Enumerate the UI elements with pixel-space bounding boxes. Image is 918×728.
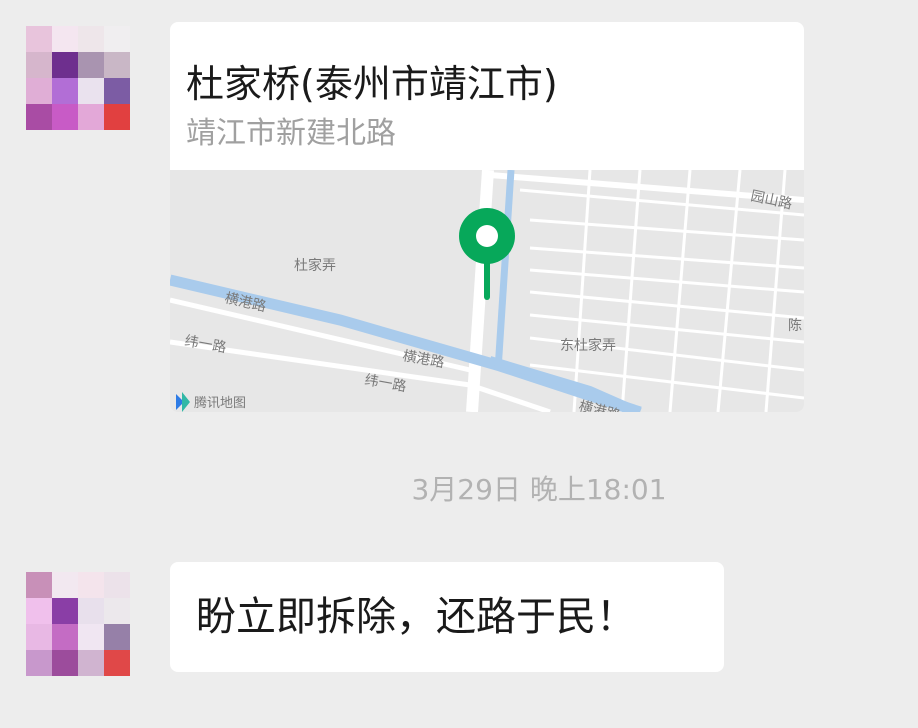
avatar-pixel — [52, 572, 78, 598]
avatar-pixel — [78, 104, 104, 130]
avatar-pixel — [78, 624, 104, 650]
avatar-pixel — [104, 572, 130, 598]
avatar-pixel — [26, 78, 52, 104]
map-provider-label: 腾讯地图 — [194, 395, 246, 411]
avatar-pixel — [78, 52, 104, 78]
avatar-pixel — [26, 52, 52, 78]
avatar-pixel — [78, 598, 104, 624]
avatar-pixel — [26, 104, 52, 130]
avatar-pixel — [78, 26, 104, 52]
map-label-chen: 陈 — [788, 317, 802, 334]
avatar-pixel — [26, 572, 52, 598]
avatar-pixel — [52, 52, 78, 78]
avatar-pixel — [104, 650, 130, 676]
avatar-pixel — [78, 572, 104, 598]
avatar-pixel — [104, 26, 130, 52]
avatar-pixel — [52, 78, 78, 104]
avatar-pixel — [52, 104, 78, 130]
location-message-card[interactable]: 杜家桥(泰州市靖江市) 靖江市新建北路 杜家弄 横港路 纬一路 横港路 纬一路 … — [170, 22, 804, 412]
map-label-dujianong: 杜家弄 — [294, 257, 336, 274]
text-message-bubble[interactable]: 盼立即拆除，还路于民！ — [170, 562, 724, 672]
avatar-pixel — [104, 624, 130, 650]
location-title: 杜家桥(泰州市靖江市) — [186, 62, 558, 106]
avatar-pixel — [104, 52, 130, 78]
avatar-pixel — [104, 78, 130, 104]
avatar-pixel — [26, 26, 52, 52]
avatar-pixel — [26, 650, 52, 676]
avatar-pixel — [52, 624, 78, 650]
avatar-pixel — [104, 104, 130, 130]
avatar-pixel — [104, 598, 130, 624]
map-svg: 杜家弄 横港路 纬一路 横港路 纬一路 东杜家弄 园山路 陈 横港路 腾讯地图 — [170, 170, 804, 412]
location-address: 靖江市新建北路 — [186, 116, 396, 151]
message-text: 盼立即拆除，还路于民！ — [196, 594, 636, 640]
avatar-pixel — [52, 26, 78, 52]
avatar-pixel — [52, 598, 78, 624]
message-timestamp: 3月29日 晚上18:01 — [411, 473, 667, 506]
avatar-pixel — [26, 624, 52, 650]
map-preview[interactable]: 杜家弄 横港路 纬一路 横港路 纬一路 东杜家弄 园山路 陈 横港路 腾讯地图 — [170, 170, 804, 412]
avatar-pixel — [26, 598, 52, 624]
avatar-pixel — [78, 78, 104, 104]
map-label-dongdujianong: 东杜家弄 — [560, 337, 616, 354]
avatar-pixel — [78, 650, 104, 676]
avatar-pixel — [52, 650, 78, 676]
sender-avatar[interactable] — [26, 26, 130, 130]
sender-avatar[interactable] — [26, 572, 130, 676]
